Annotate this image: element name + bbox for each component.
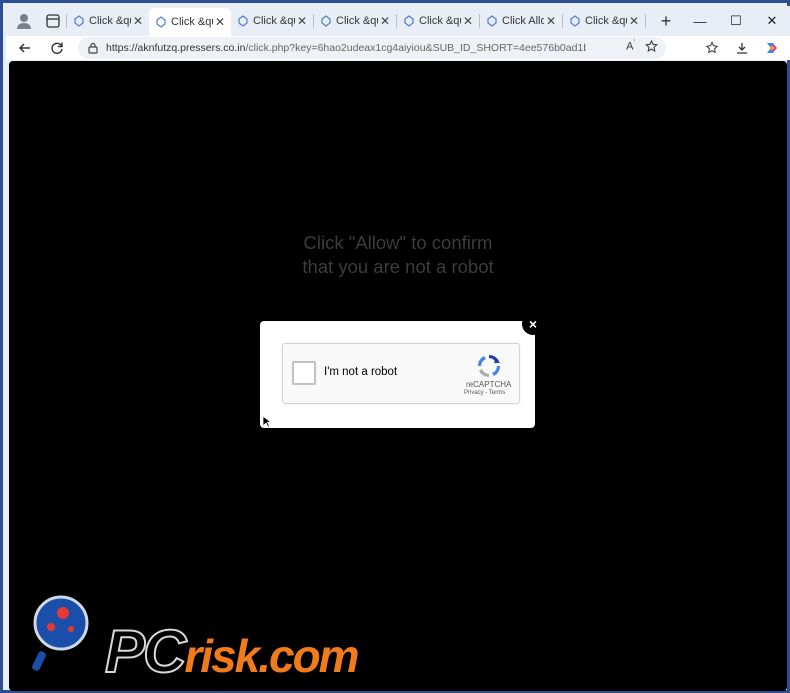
favorites-icon[interactable] [700, 37, 724, 59]
watermark-text: PCrisk.com [104, 617, 360, 686]
browser-tab[interactable]: Click &quot; ✕ [67, 8, 149, 34]
tab-label: Click &quot; [419, 15, 461, 27]
tab-close-icon[interactable]: ✕ [546, 14, 556, 28]
browser-tab[interactable]: Click &quot; ✕ [314, 8, 396, 34]
tab-label: Click &quot; [171, 16, 213, 28]
recaptcha-widget: I'm not a robot reCAPTCHA Privacy - Term… [282, 343, 520, 404]
tab-strip: Click &quot; ✕ Click &quot; ✕ Click &quo… [6, 6, 790, 36]
tab-label: Click &quot; [253, 15, 295, 27]
browser-tab[interactable]: Click Allow ✕ [480, 8, 562, 34]
magnifier-logo-icon [32, 595, 89, 671]
site-info-icon[interactable] [88, 42, 98, 54]
tab-favicon-icon [570, 15, 580, 27]
watermark-pc: PC [104, 617, 187, 686]
page-headline: Click "Allow" to confirm that you are no… [9, 231, 787, 279]
recaptcha-links[interactable]: Privacy - Terms [464, 390, 505, 396]
tab-separator [645, 14, 646, 28]
minimize-icon[interactable]: — [682, 14, 718, 29]
tab-close-icon[interactable]: ✕ [297, 14, 307, 28]
tab-favicon-icon [404, 15, 414, 27]
back-button[interactable] [12, 37, 38, 59]
new-tab-button[interactable]: + [656, 11, 676, 31]
profile-avatar-icon[interactable] [12, 9, 36, 33]
downloads-icon[interactable] [730, 37, 754, 59]
tab-close-icon[interactable]: ✕ [463, 14, 473, 28]
tab-label: Click Allow [502, 15, 544, 27]
recaptcha-logo-icon [477, 354, 501, 378]
checkbox-label: I'm not a robot [324, 366, 398, 378]
captcha-dialog: I'm not a robot reCAPTCHA Privacy - Term… [260, 321, 535, 428]
pcrisk-watermark: PCrisk.com [9, 581, 509, 691]
tab-favicon-icon [487, 15, 497, 27]
browser-tab[interactable]: Click &quot; ✕ [397, 8, 479, 34]
browser-tab[interactable]: Click &quot; ✕ [231, 8, 313, 34]
tab-close-icon[interactable]: ✕ [215, 15, 225, 29]
browser-window: Click &quot; ✕ Click &quot; ✕ Click &quo… [0, 0, 790, 693]
copilot-icon[interactable] [760, 37, 784, 59]
read-aloud-icon[interactable]: Aʼ [626, 40, 635, 53]
tab-favicon-icon [74, 15, 84, 27]
refresh-button[interactable] [44, 37, 70, 59]
browser-tab-active[interactable]: Click &quot; ✕ [149, 8, 231, 36]
tab-actions-icon[interactable] [40, 9, 66, 33]
mouse-cursor-icon [262, 415, 271, 428]
tab-close-icon[interactable]: ✕ [133, 14, 143, 28]
tab-label: Click &quot; [89, 15, 131, 27]
watermark-risk: risk.com [184, 630, 359, 682]
recaptcha-brand: reCAPTCHA [466, 380, 512, 389]
page-content: Click "Allow" to confirm that you are no… [9, 61, 787, 691]
tab-favicon-icon [321, 15, 331, 27]
tab-label: Click &quot; [336, 15, 378, 27]
headline-line-2: that you are not a robot [302, 256, 494, 277]
tab-favicon-icon [156, 16, 166, 28]
close-window-icon[interactable]: ✕ [754, 13, 790, 29]
headline-line-1: Click "Allow" to confirm [303, 232, 493, 253]
maximize-icon[interactable]: ☐ [718, 13, 754, 29]
tab-close-icon[interactable]: ✕ [629, 14, 639, 28]
browser-toolbar: https://aknfutzq.pressers.co.in/click.ph… [6, 36, 790, 60]
dialog-close-button[interactable]: × [522, 313, 544, 335]
tab-label: Click &quot; [585, 15, 627, 27]
favorite-star-icon[interactable] [645, 40, 658, 53]
url-host: https://aknfutzq.pressers.co.in [106, 42, 246, 54]
tab-close-icon[interactable]: ✕ [380, 14, 390, 28]
url-text[interactable]: https://aknfutzq.pressers.co.in/click.ph… [106, 42, 586, 54]
not-a-robot-checkbox[interactable] [292, 361, 316, 385]
window-controls: — ☐ ✕ [682, 6, 790, 36]
tab-favicon-icon [238, 15, 248, 27]
browser-tab[interactable]: Click &quot; ✕ [563, 8, 645, 34]
address-bar[interactable]: https://aknfutzq.pressers.co.in/click.ph… [78, 37, 666, 59]
url-path: /click.php?key=6hao2udeax1cg4aiyiou&SUB_… [245, 42, 586, 54]
